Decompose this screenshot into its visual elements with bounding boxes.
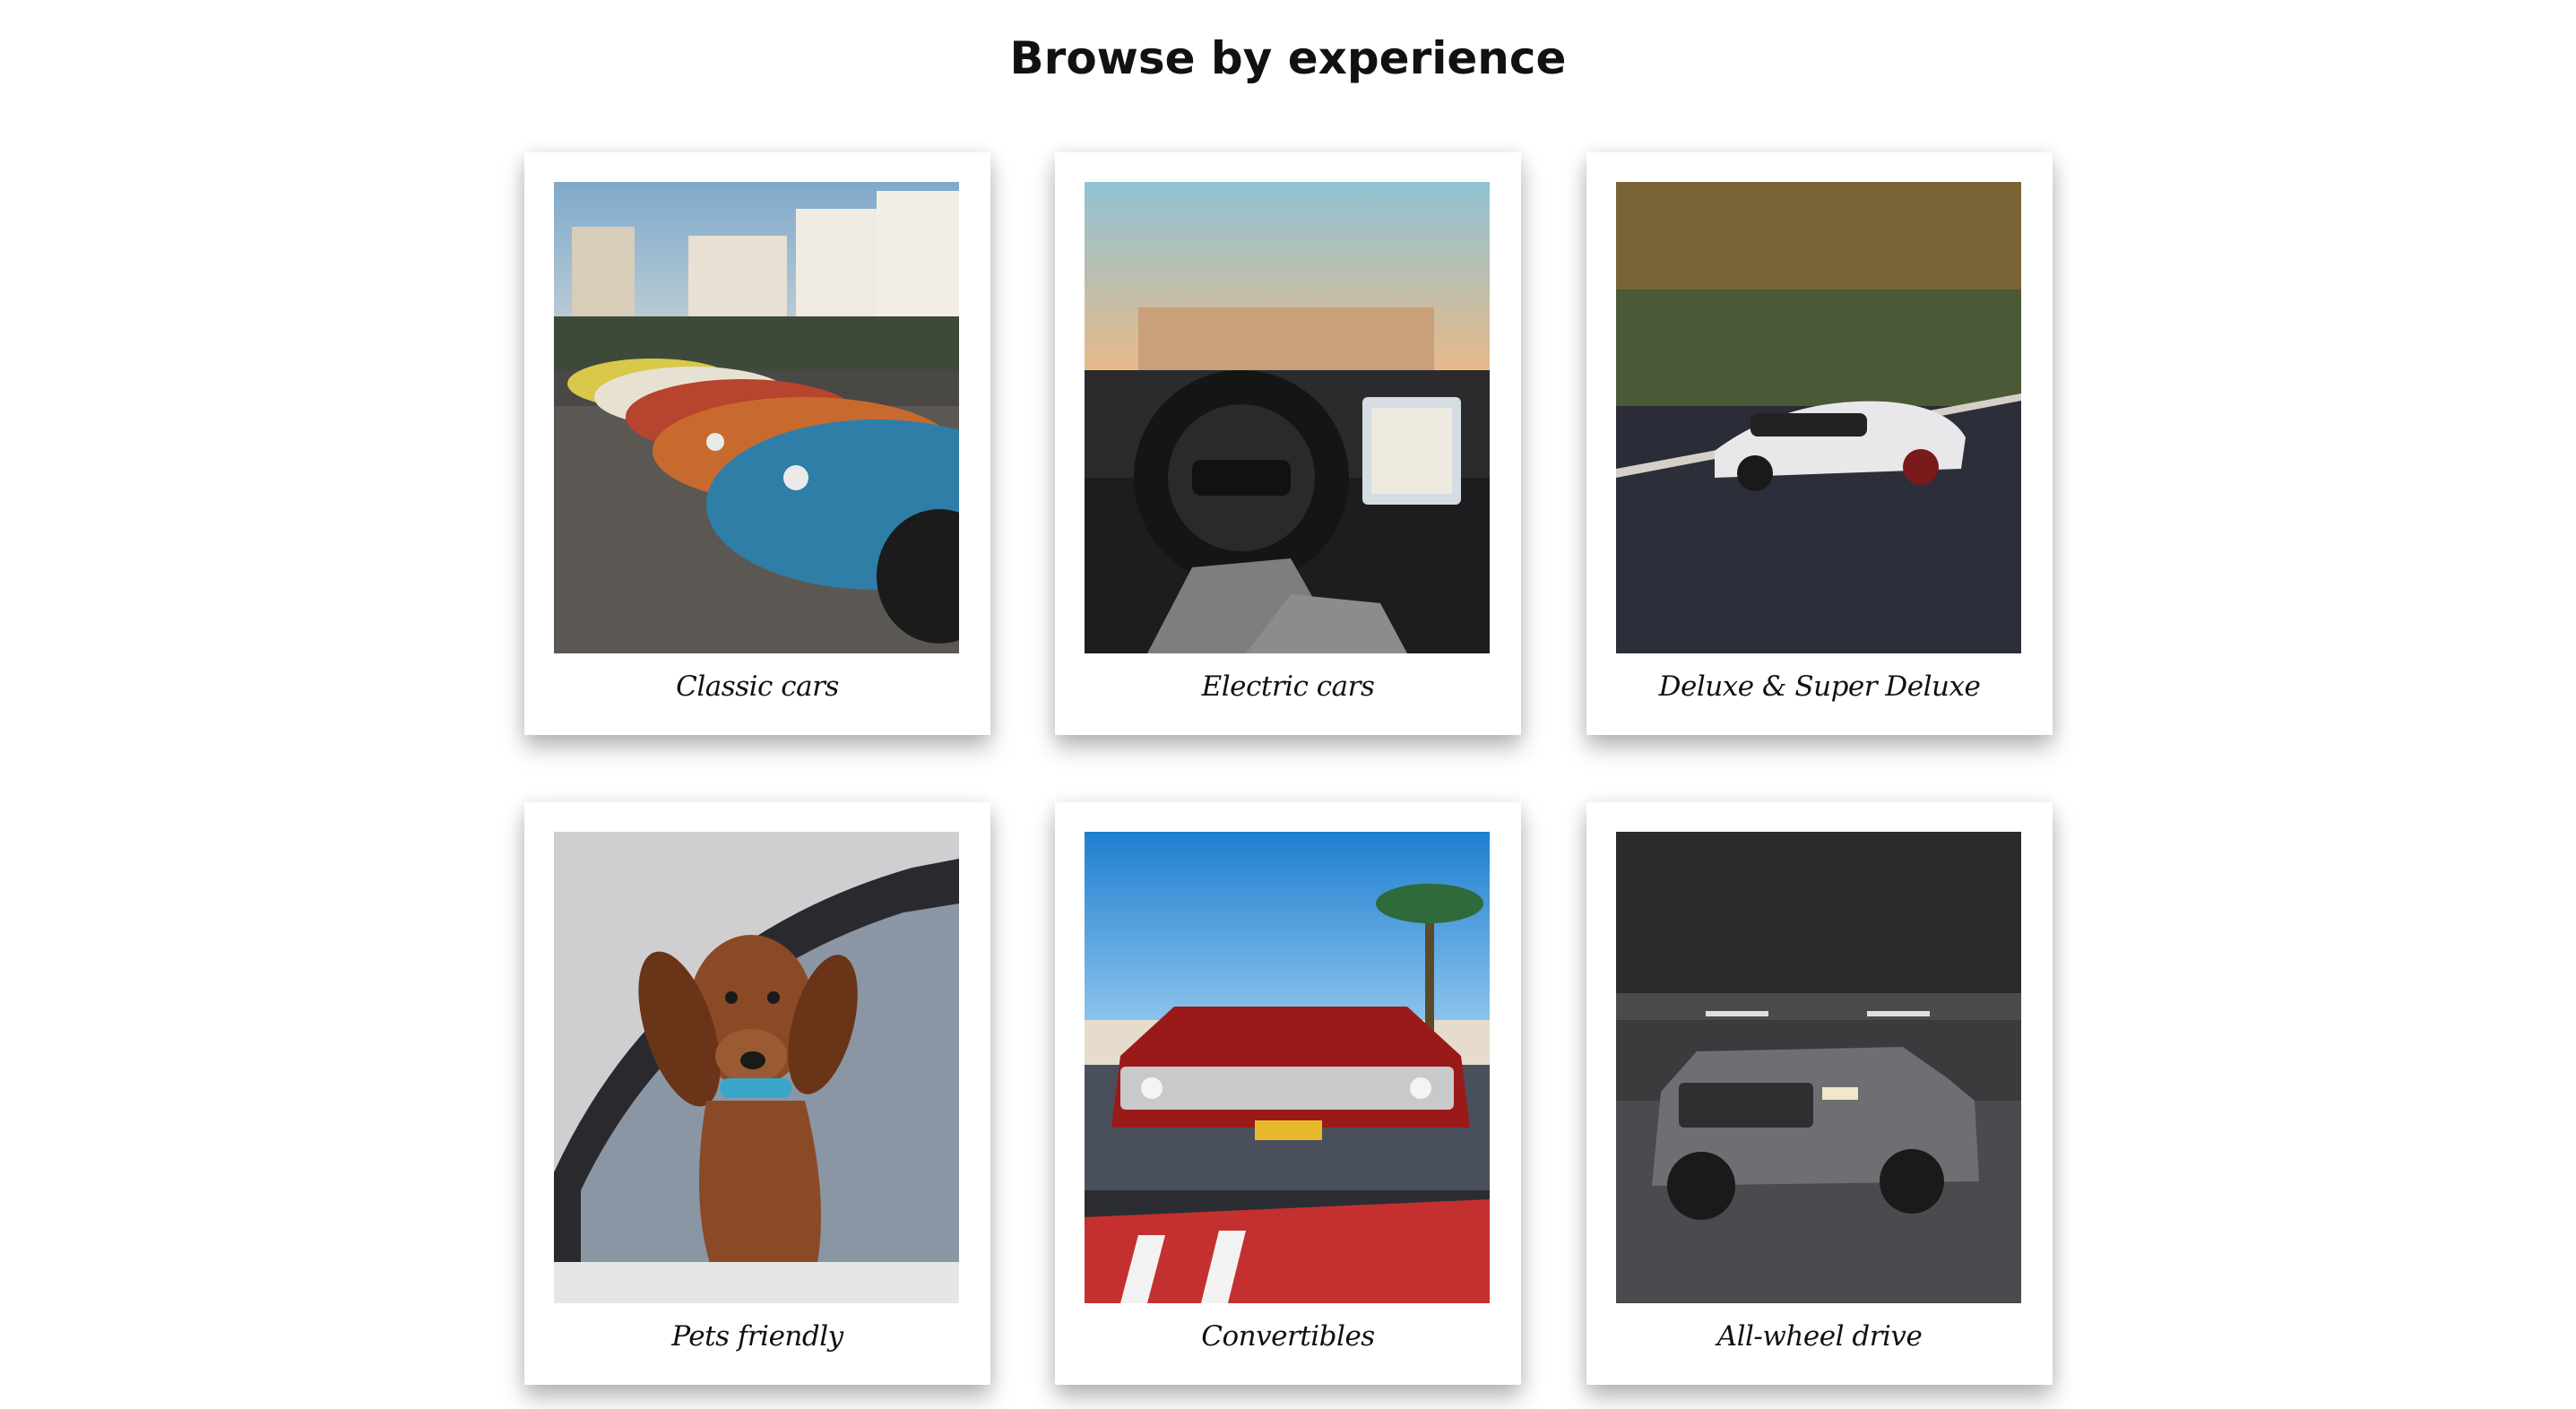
- card-label: Classic cars: [676, 670, 839, 703]
- experience-card-classic-cars[interactable]: Classic cars: [524, 152, 990, 735]
- card-label: Convertibles: [1201, 1320, 1375, 1353]
- classic-cars-photo: [554, 182, 959, 653]
- card-label: Deluxe & Super Deluxe: [1658, 670, 1981, 703]
- experience-card-convertibles[interactable]: Convertibles: [1055, 802, 1521, 1385]
- experience-card-deluxe[interactable]: Deluxe & Super Deluxe: [1586, 152, 2053, 735]
- all-wheel-drive-photo: [1616, 832, 2021, 1303]
- experience-card-all-wheel-drive[interactable]: All-wheel drive: [1586, 802, 2053, 1385]
- page-title: Browse by experience: [1009, 32, 1567, 84]
- experience-card-electric-cars[interactable]: Electric cars: [1055, 152, 1521, 735]
- electric-cars-photo: [1085, 182, 1490, 653]
- card-label: Electric cars: [1201, 670, 1375, 703]
- deluxe-cars-photo: [1616, 182, 2021, 653]
- card-label: All-wheel drive: [1716, 1320, 1923, 1353]
- experience-card-pets-friendly[interactable]: Pets friendly: [524, 802, 990, 1385]
- card-label: Pets friendly: [671, 1320, 843, 1353]
- convertibles-photo: [1085, 832, 1490, 1303]
- pets-friendly-photo: [554, 832, 959, 1303]
